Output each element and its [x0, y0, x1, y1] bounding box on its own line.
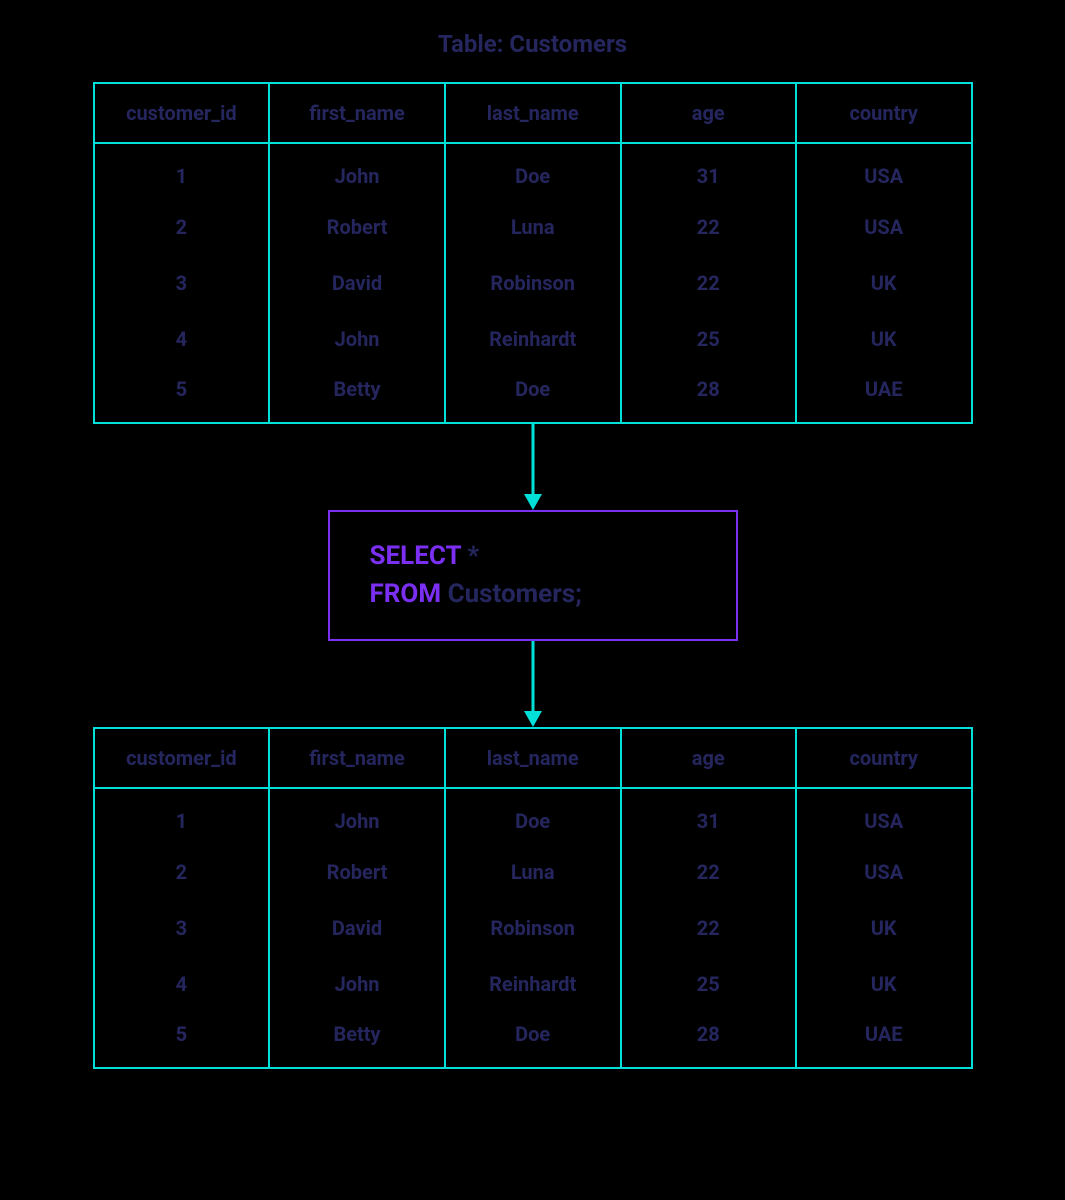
table-row: 5BettyDoe28UAE	[94, 367, 972, 423]
table-cell: 31	[621, 143, 796, 199]
col-header: first_name	[269, 83, 445, 143]
table-cell: John	[269, 143, 445, 199]
table-row: 2RobertLuna22USA	[94, 844, 972, 900]
table-cell: USA	[796, 788, 972, 844]
table-cell: Robert	[269, 844, 445, 900]
table-cell: 2	[94, 199, 270, 255]
table-cell: 22	[621, 199, 796, 255]
arrow-down-2	[521, 641, 545, 727]
table-cell: Luna	[445, 199, 621, 255]
table-cell: 22	[621, 900, 796, 956]
table-cell: David	[269, 900, 445, 956]
table-cell: Doe	[445, 143, 621, 199]
col-header: country	[796, 728, 972, 788]
table-cell: Robert	[269, 199, 445, 255]
table-row: 2RobertLuna22USA	[94, 199, 972, 255]
table-cell: Robinson	[445, 900, 621, 956]
table-cell: USA	[796, 143, 972, 199]
table-cell: Reinhardt	[445, 956, 621, 1012]
table-cell: David	[269, 255, 445, 311]
result-thead: customer_id first_name last_name age cou…	[94, 728, 972, 788]
col-header: customer_id	[94, 83, 270, 143]
table-cell: UK	[796, 311, 972, 367]
table-cell: John	[269, 956, 445, 1012]
table-cell: 2	[94, 844, 270, 900]
arrow-down-icon	[521, 424, 545, 510]
col-header: age	[621, 83, 796, 143]
table-cell: 4	[94, 311, 270, 367]
table-row: 3DavidRobinson22UK	[94, 255, 972, 311]
diagram-container: Table: Customers customer_id first_name …	[0, 0, 1065, 1109]
table-cell: 1	[94, 788, 270, 844]
table-row: 4JohnReinhardt25UK	[94, 956, 972, 1012]
table-row: 1JohnDoe31USA	[94, 788, 972, 844]
sql-keyword: FROM	[370, 579, 442, 609]
table-cell: 5	[94, 367, 270, 423]
col-header: age	[621, 728, 796, 788]
source-table: customer_id first_name last_name age cou…	[93, 82, 973, 424]
table-cell: USA	[796, 199, 972, 255]
table-cell: UK	[796, 255, 972, 311]
table-cell: Doe	[445, 367, 621, 423]
table-cell: 22	[621, 844, 796, 900]
table-cell: UAE	[796, 367, 972, 423]
sql-keyword: SELECT	[370, 541, 461, 571]
table-row: 4JohnReinhardt25UK	[94, 311, 972, 367]
col-header: first_name	[269, 728, 445, 788]
table-cell: USA	[796, 844, 972, 900]
table-cell: Betty	[269, 1012, 445, 1068]
col-header: last_name	[445, 728, 621, 788]
table-cell: Luna	[445, 844, 621, 900]
result-table: customer_id first_name last_name age cou…	[93, 727, 973, 1069]
table-cell: 1	[94, 143, 270, 199]
sql-text: *	[461, 541, 479, 571]
col-header: last_name	[445, 83, 621, 143]
table-cell: UAE	[796, 1012, 972, 1068]
sql-text: Customers;	[441, 579, 582, 609]
table-row: 1JohnDoe31USA	[94, 143, 972, 199]
table-cell: 22	[621, 255, 796, 311]
table-cell: 25	[621, 311, 796, 367]
table-cell: 28	[621, 367, 796, 423]
table-row: 5BettyDoe28UAE	[94, 1012, 972, 1068]
table-cell: 3	[94, 255, 270, 311]
result-tbody: 1JohnDoe31USA2RobertLuna22USA3DavidRobin…	[94, 788, 972, 1068]
table-cell: John	[269, 788, 445, 844]
table-cell: Doe	[445, 788, 621, 844]
table-row: 3DavidRobinson22UK	[94, 900, 972, 956]
arrow-down-1	[521, 424, 545, 510]
table-cell: Reinhardt	[445, 311, 621, 367]
sql-line-1: SELECT *	[370, 538, 696, 576]
table-cell: 5	[94, 1012, 270, 1068]
source-table-title: Table: Customers	[438, 30, 627, 58]
table-cell: Doe	[445, 1012, 621, 1068]
table-cell: Betty	[269, 367, 445, 423]
source-tbody: 1JohnDoe31USA2RobertLuna22USA3DavidRobin…	[94, 143, 972, 423]
arrow-down-icon	[521, 641, 545, 727]
col-header: customer_id	[94, 728, 270, 788]
table-cell: 4	[94, 956, 270, 1012]
table-cell: 3	[94, 900, 270, 956]
table-cell: Robinson	[445, 255, 621, 311]
table-cell: 25	[621, 956, 796, 1012]
table-cell: UK	[796, 900, 972, 956]
col-header: country	[796, 83, 972, 143]
table-cell: UK	[796, 956, 972, 1012]
table-cell: 28	[621, 1012, 796, 1068]
sql-query-box: SELECT * FROM Customers;	[328, 510, 738, 641]
sql-line-2: FROM Customers;	[370, 576, 696, 614]
table-cell: 31	[621, 788, 796, 844]
table-cell: John	[269, 311, 445, 367]
source-thead: customer_id first_name last_name age cou…	[94, 83, 972, 143]
